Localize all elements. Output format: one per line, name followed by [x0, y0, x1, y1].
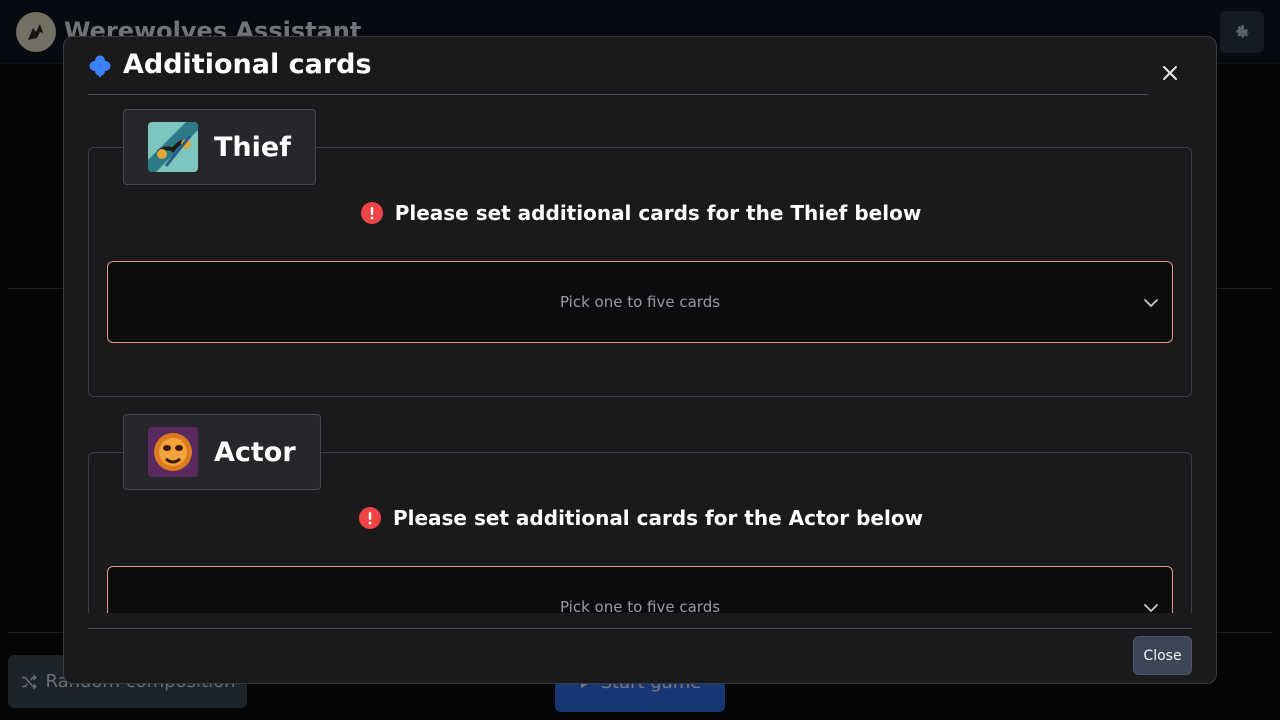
additional-cards-modal: Additional cards Please set additional c… — [63, 36, 1217, 684]
exclamation-circle-icon — [360, 202, 383, 224]
modal-header: Additional cards — [88, 37, 1148, 95]
role-name: Thief — [214, 131, 291, 163]
warning-text: Please set additional cards for the Acto… — [392, 506, 924, 530]
role-warning: Please set additional cards for the Thie… — [89, 198, 1192, 228]
role-name: Actor — [214, 436, 296, 468]
select-placeholder: Pick one to five cards — [559, 293, 721, 311]
chevron-down-icon — [1144, 299, 1158, 307]
role-warning: Please set additional cards for the Acto… — [89, 503, 1192, 533]
thief-role-image — [148, 122, 198, 172]
exclamation-circle-icon — [358, 507, 381, 529]
close-icon — [1163, 66, 1177, 80]
chevron-down-icon — [1144, 604, 1158, 612]
additional-cards-select-thief[interactable]: Pick one to five cards — [107, 261, 1173, 343]
close-button[interactable]: Close — [1133, 636, 1192, 675]
close-icon-button[interactable] — [1158, 61, 1182, 85]
warning-text: Please set additional cards for the Thie… — [394, 201, 922, 225]
modal-title: Additional cards — [123, 49, 372, 80]
modal-footer-divider — [88, 628, 1192, 629]
role-tab-thief: Thief — [123, 109, 316, 185]
clover-icon — [89, 55, 111, 77]
modal-body[interactable]: Please set additional cards for the Thie… — [88, 95, 1192, 613]
select-placeholder: Pick one to five cards — [559, 598, 721, 613]
role-tab-actor: Actor — [123, 414, 321, 490]
additional-cards-select-actor[interactable]: Pick one to five cards — [107, 566, 1173, 613]
actor-role-image — [148, 427, 198, 477]
